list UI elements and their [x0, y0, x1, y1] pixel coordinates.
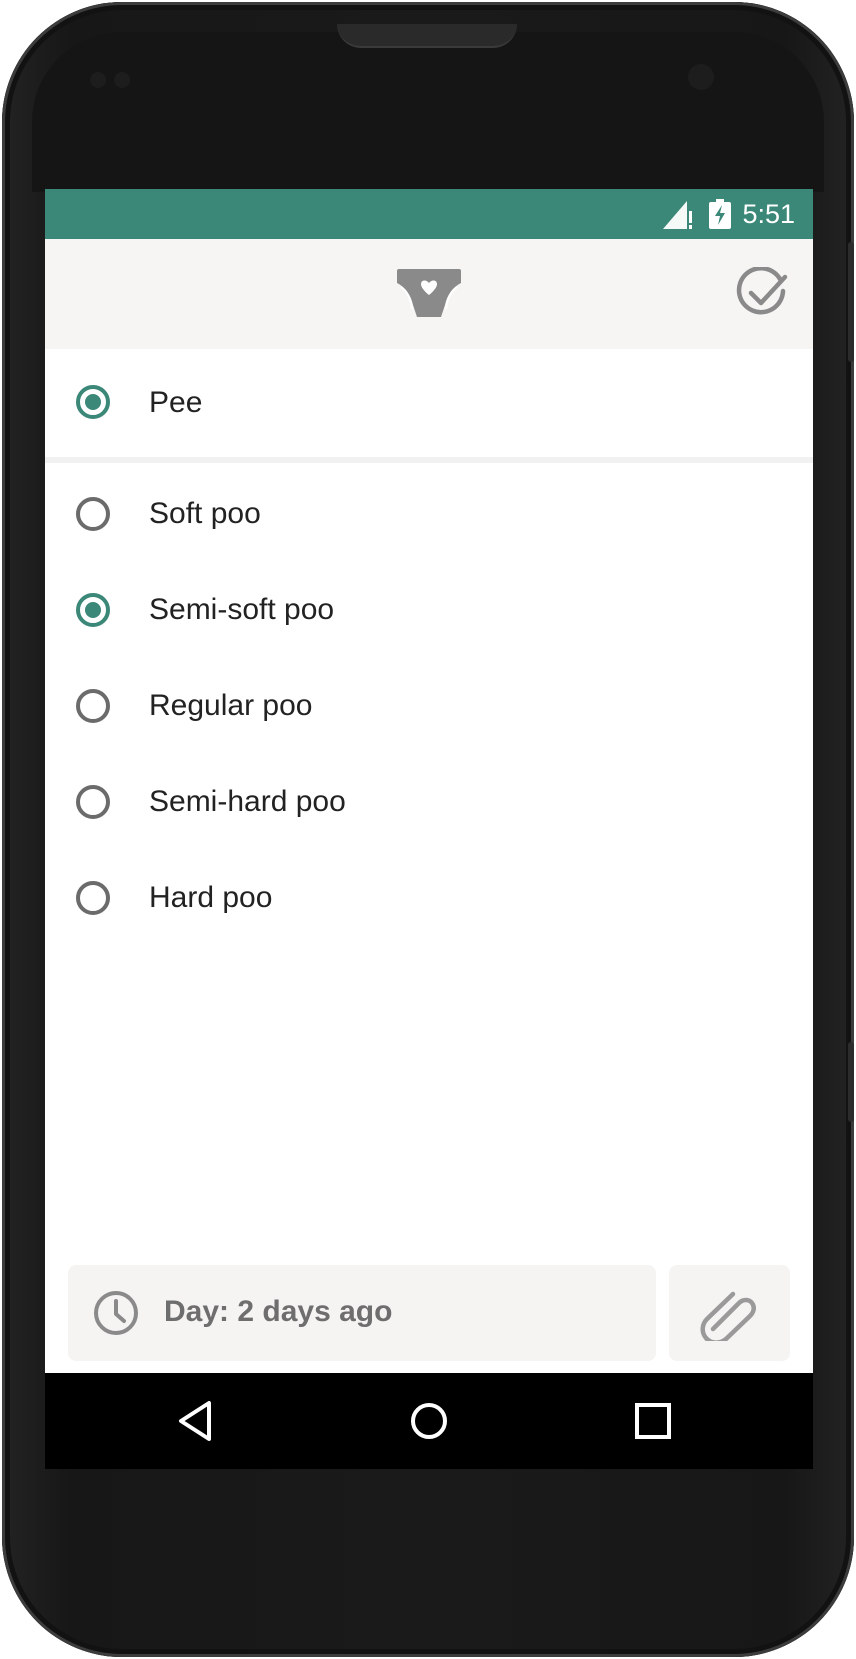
light-sensor: [114, 72, 130, 88]
poo-radio-regular[interactable]: [76, 689, 110, 723]
phone-top-bezel: [32, 32, 824, 192]
poo-radio-semi-hard[interactable]: [76, 785, 110, 819]
earpiece-speaker: [337, 24, 517, 48]
poo-label-semi-soft: Semi-soft poo: [149, 593, 335, 626]
status-time: 5:51: [742, 199, 795, 229]
poo-label-regular: Regular poo: [149, 689, 313, 722]
check-circle-icon[interactable]: [735, 267, 789, 321]
poo-radio-hard[interactable]: [76, 881, 110, 915]
poo-radio-semi-soft[interactable]: [76, 593, 110, 627]
poo-option-soft[interactable]: Soft poo: [45, 457, 813, 553]
poo-label-soft: Soft poo: [149, 497, 261, 530]
poo-option-regular[interactable]: Regular poo: [45, 649, 813, 745]
system-nav-bar: [45, 1373, 813, 1469]
recents-icon[interactable]: [629, 1397, 677, 1445]
back-icon[interactable]: [173, 1397, 221, 1445]
poo-label-hard: Hard poo: [149, 881, 273, 914]
poo-radio-soft[interactable]: [76, 497, 110, 531]
pee-radio[interactable]: [76, 385, 110, 419]
pee-label: Pee: [149, 386, 203, 419]
diaper-heart-icon: [397, 269, 461, 317]
poo-option-hard[interactable]: Hard poo: [45, 841, 813, 937]
power-button: [848, 1042, 854, 1122]
home-icon[interactable]: [405, 1397, 453, 1445]
paperclip-icon: [700, 1291, 756, 1341]
signal-icon: [663, 201, 692, 229]
front-camera: [688, 64, 714, 90]
phone-screen: 5:51 Pee Soft poo Semi-soft poo Regular …: [45, 189, 813, 1469]
proximity-sensor: [90, 72, 106, 88]
day-label: Day: 2 days ago: [164, 1295, 393, 1328]
pee-option[interactable]: Pee: [45, 349, 813, 457]
poo-label-semi-hard: Semi-hard poo: [149, 785, 346, 818]
attach-button[interactable]: [669, 1265, 790, 1361]
app-bar: [45, 239, 813, 349]
battery-charging-icon: [709, 199, 731, 229]
status-bar: 5:51: [45, 189, 813, 239]
poo-option-semi-hard[interactable]: Semi-hard poo: [45, 745, 813, 841]
volume-button: [848, 242, 854, 362]
date-picker-button[interactable]: Day: 2 days ago: [68, 1265, 656, 1361]
clock-icon: [94, 1291, 138, 1335]
poo-option-semi-soft[interactable]: Semi-soft poo: [45, 553, 813, 649]
phone-frame: 5:51 Pee Soft poo Semi-soft poo Regular …: [2, 2, 854, 1657]
